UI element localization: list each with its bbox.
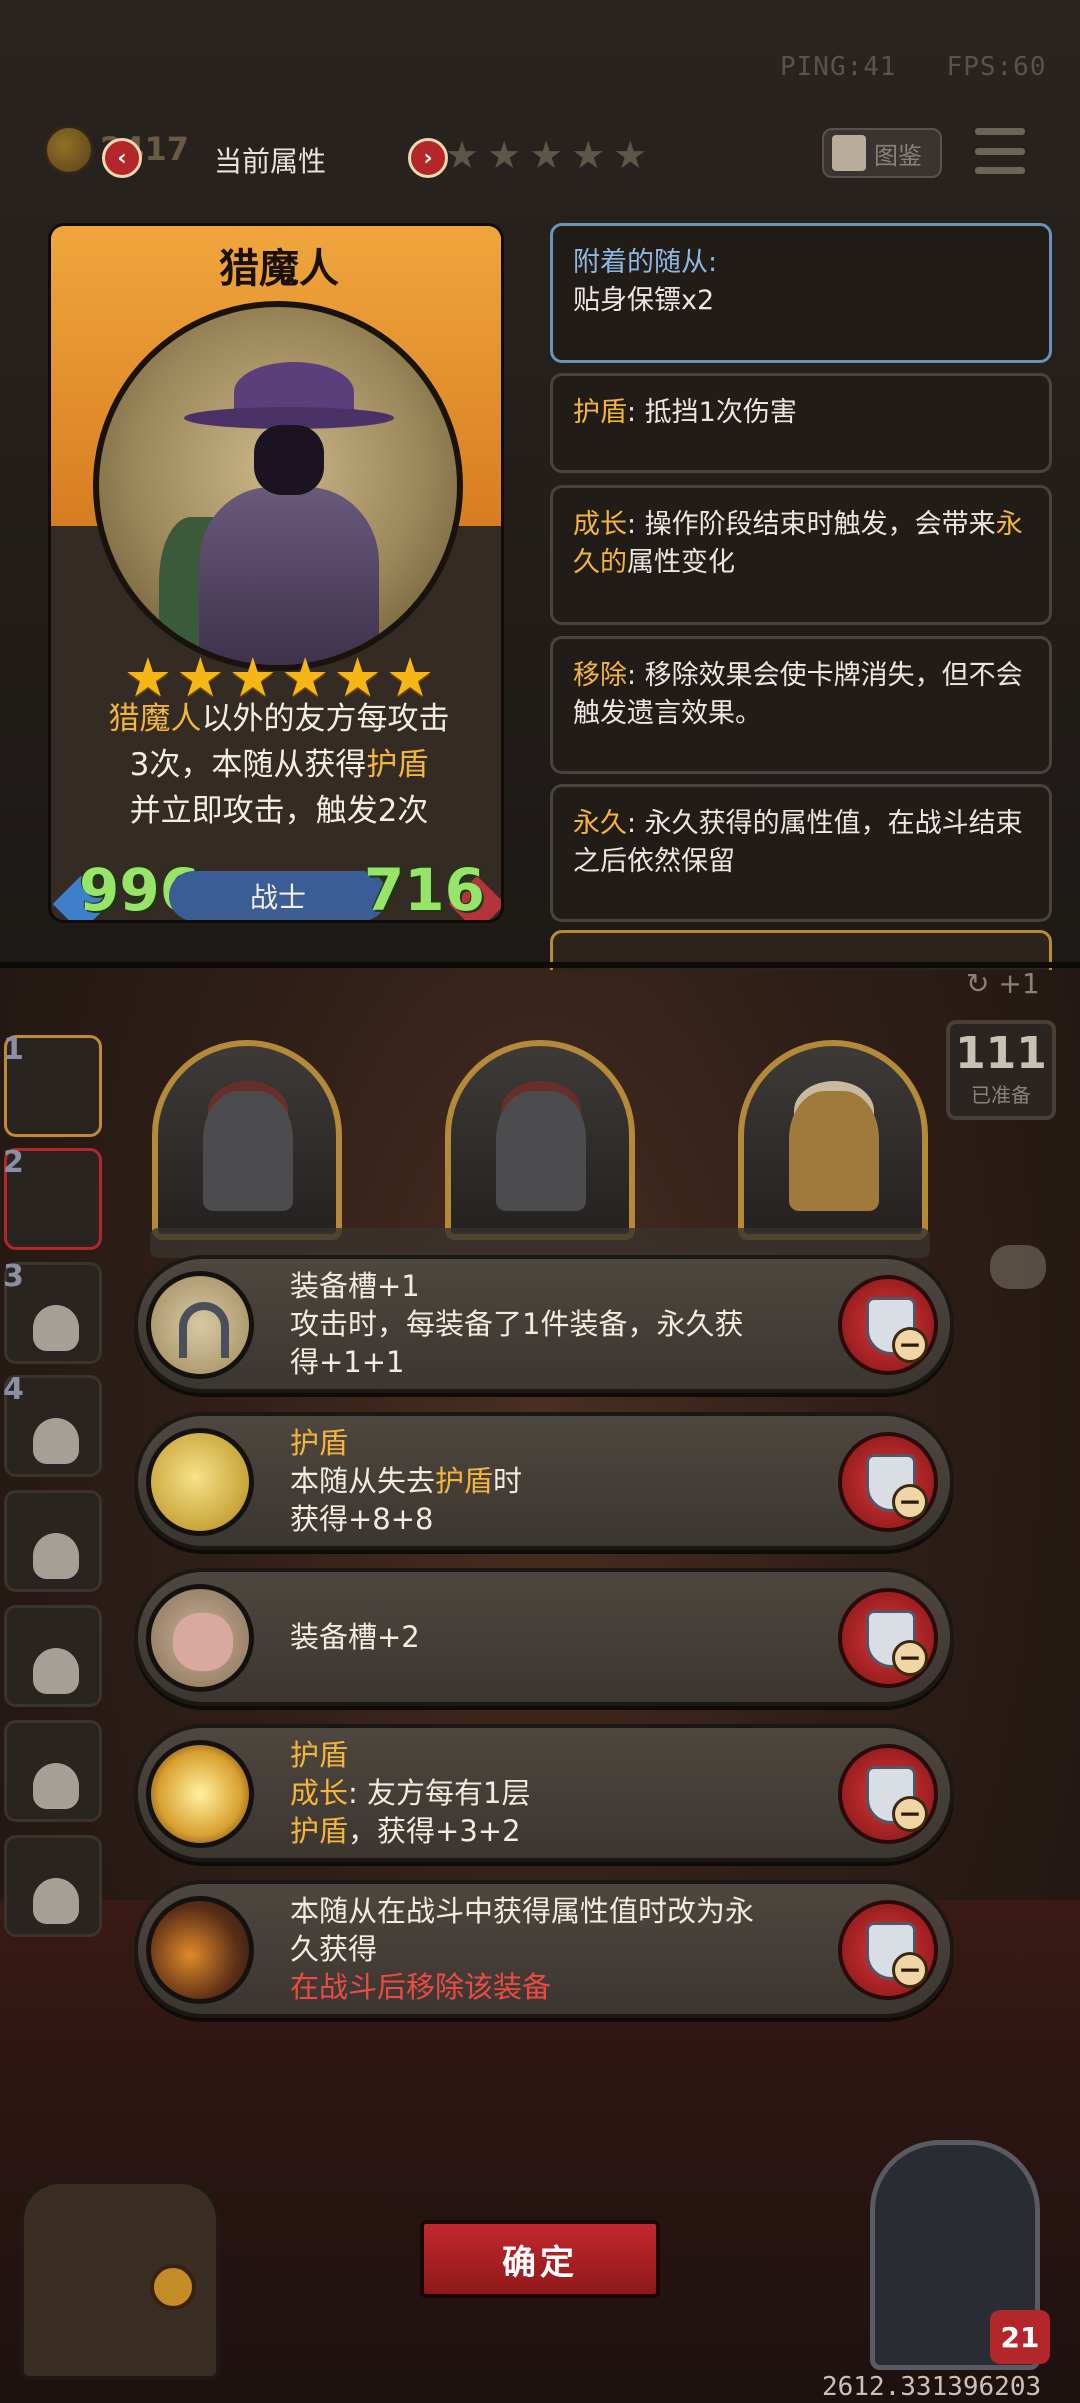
team-slot-4[interactable]: 4	[3, 1372, 102, 1477]
rank-stars: ★★★★★	[445, 133, 656, 177]
keyword-panel-permanent: 永久: 永久获得的属性值，在战斗结束之后依然保留	[550, 784, 1052, 922]
class-badge: 战士	[169, 871, 387, 920]
board-minion-2[interactable]	[445, 1040, 635, 1240]
confirm-button[interactable]: 确定	[420, 2220, 660, 2298]
team-slot-2[interactable]: 2	[3, 1145, 102, 1250]
skull-icon	[33, 1305, 79, 1351]
skull-icon	[33, 1763, 79, 1809]
team-slot-5[interactable]	[4, 1490, 102, 1592]
equipment-row-5: 本随从在战斗中获得属性值时改为永 久获得 在战斗后移除该装备 −	[134, 1880, 954, 2018]
card-description: 猎魔人以外的友方每攻击 3次，本随从获得护盾 并立即攻击，触发2次	[108, 701, 450, 829]
menu-icon[interactable]	[975, 128, 1025, 174]
light-icon	[146, 1740, 254, 1848]
book-icon	[832, 135, 866, 171]
lives-counter: 21	[990, 2310, 1050, 2364]
lock-icon	[150, 2264, 196, 2310]
remove-equipment-button[interactable]: −	[838, 1275, 938, 1375]
keyword-panel-shield: 护盾: 抵挡1次伤害	[550, 373, 1052, 473]
moon-icon	[146, 1428, 254, 1536]
remove-equipment-button[interactable]: −	[838, 1900, 938, 2000]
gold-coin-icon	[44, 125, 94, 175]
pig-icon	[146, 1584, 254, 1692]
horseshoe-icon	[146, 1271, 254, 1379]
skull-icon	[33, 1418, 79, 1464]
team-slot-1[interactable]: 1	[3, 1032, 102, 1137]
equipment-row-1: 装备槽+1 攻击时，每装备了1件装备，永久获 得+1+1 −	[134, 1255, 954, 1393]
chat-icon[interactable]	[990, 1245, 1046, 1289]
coordinate-readout: 2612.331396203	[822, 2372, 1042, 2402]
skull-icon	[33, 1878, 79, 1924]
prev-arrow-button[interactable]: ‹	[102, 138, 142, 178]
team-slot-3[interactable]: 3	[3, 1259, 102, 1364]
ping-fps-readout: PING:41 FPS:60	[780, 52, 1047, 82]
keyword-panel-attached: 附着的随从: 贴身保镖x2	[550, 223, 1052, 363]
skull-icon	[33, 1533, 79, 1579]
character-card: 猎魔人 ★★★★★★ 猎魔人以外的友方每攻击 3次，本随从获得护盾 并立即攻击，…	[48, 223, 504, 923]
equipment-row-4: 护盾 成长: 友方每有1层 护盾，获得+3+2 −	[134, 1724, 954, 1862]
health-value: 716	[363, 856, 485, 923]
fire-icon	[146, 1896, 254, 2004]
equipment-panel-top	[150, 1228, 930, 1258]
codex-label: 图鉴	[874, 141, 922, 170]
codex-button[interactable]: 图鉴	[822, 128, 942, 178]
team-slot-7[interactable]	[4, 1720, 102, 1822]
board-minion-3[interactable]	[738, 1040, 928, 1240]
equipment-row-2: 护盾 本随从失去护盾时 获得+8+8 −	[134, 1412, 954, 1550]
team-slot-8[interactable]	[4, 1835, 102, 1937]
refresh-counter[interactable]: ↻ +1	[966, 967, 1040, 1000]
hunter-portrait	[93, 301, 463, 671]
deck-counter[interactable]: 111 已准备	[946, 1020, 1056, 1120]
skull-icon	[33, 1648, 79, 1694]
remove-equipment-button[interactable]: −	[838, 1588, 938, 1688]
equipment-row-3: 装备槽+2 −	[134, 1568, 954, 1706]
remove-equipment-button[interactable]: −	[838, 1744, 938, 1844]
remove-equipment-button[interactable]: −	[838, 1432, 938, 1532]
page-title: 当前属性	[214, 145, 327, 178]
next-arrow-button[interactable]: ›	[408, 138, 448, 178]
team-slot-6[interactable]	[4, 1605, 102, 1707]
keyword-panel-remove: 移除: 移除效果会使卡牌消失，但不会触发遗言效果。	[550, 636, 1052, 774]
section-divider	[0, 962, 1080, 968]
treasure-chest[interactable]	[20, 2180, 220, 2380]
card-name: 猎魔人	[219, 246, 339, 292]
keyword-panel-growth: 成长: 操作阶段结束时触发，会带来永久的属性变化	[550, 485, 1052, 625]
board-minion-1[interactable]	[152, 1040, 342, 1240]
card-stats: 996 战士 716	[51, 856, 501, 923]
